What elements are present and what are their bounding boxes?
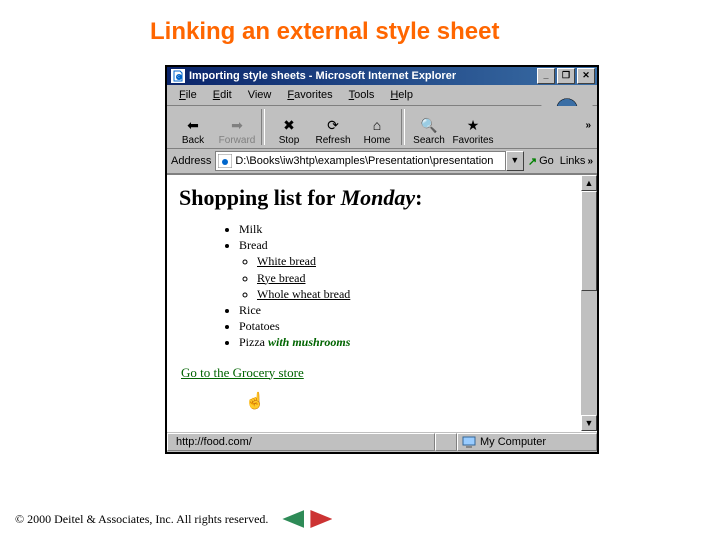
titlebar: Importing style sheets - Microsoft Inter… bbox=[167, 67, 597, 85]
list-item: Rye bread bbox=[257, 270, 575, 286]
toolbar-separator bbox=[401, 109, 405, 145]
list-item: Pizza with mushrooms bbox=[239, 334, 575, 350]
address-value: D:\Books\iw3htp\examples\Presentation\pr… bbox=[235, 155, 493, 167]
list-item: Whole wheat bread bbox=[257, 286, 575, 302]
my-computer-icon bbox=[462, 435, 476, 449]
list-item: Bread White bread Rye bread Whole wheat … bbox=[239, 237, 575, 302]
grocery-link[interactable]: Go to the Grocery store bbox=[181, 365, 304, 381]
address-label: Address bbox=[171, 155, 211, 167]
list-item: Potatoes bbox=[239, 318, 575, 334]
scroll-down-button[interactable]: ▼ bbox=[581, 415, 597, 431]
page-heading: Shopping list for Monday: bbox=[179, 185, 575, 211]
go-button[interactable]: Go bbox=[528, 155, 554, 168]
back-button[interactable]: ⬅Back bbox=[171, 106, 215, 148]
menu-view[interactable]: View bbox=[240, 87, 280, 103]
status-url: http://food.com/ bbox=[167, 433, 435, 451]
address-bar: Address D:\Books\iw3htp\examples\Present… bbox=[167, 149, 597, 174]
links-label[interactable]: Links bbox=[560, 155, 586, 167]
menu-edit[interactable]: Edit bbox=[205, 87, 240, 103]
ie-page-icon bbox=[171, 69, 185, 83]
links-overflow[interactable]: » bbox=[587, 156, 593, 167]
forward-button[interactable]: ➡Forward bbox=[215, 106, 259, 148]
search-button[interactable]: 🔍Search bbox=[407, 106, 451, 148]
favorites-button[interactable]: ★Favorites bbox=[451, 106, 495, 148]
forward-arrow-icon: ➡ bbox=[231, 117, 243, 135]
menubar: File Edit View Favorites Tools Help bbox=[167, 85, 597, 106]
toolbar-overflow[interactable]: » bbox=[585, 120, 591, 131]
scroll-up-button[interactable]: ▲ bbox=[581, 175, 597, 191]
page-body: Shopping list for Monday: Milk Bread Whi… bbox=[167, 175, 597, 390]
home-button[interactable]: ⌂Home bbox=[355, 106, 399, 148]
slide-title: Linking an external style sheet bbox=[0, 0, 720, 54]
content-viewport: Shopping list for Monday: Milk Bread Whi… bbox=[167, 174, 597, 431]
stop-button[interactable]: ✖Stop bbox=[267, 106, 311, 148]
refresh-button[interactable]: ⟳Refresh bbox=[311, 106, 355, 148]
minimize-button[interactable]: _ bbox=[537, 68, 555, 84]
status-spacer bbox=[435, 433, 457, 451]
slide-footer: © 2000 Deitel & Associates, Inc. All rig… bbox=[15, 510, 332, 528]
menu-help[interactable]: Help bbox=[382, 87, 421, 103]
refresh-icon: ⟳ bbox=[327, 117, 339, 135]
copyright-text: © 2000 Deitel & Associates, Inc. All rig… bbox=[15, 512, 268, 527]
browser-window: Importing style sheets - Microsoft Inter… bbox=[165, 65, 599, 454]
back-arrow-icon: ⬅ bbox=[187, 117, 199, 135]
home-icon: ⌂ bbox=[373, 117, 381, 135]
menu-file[interactable]: File bbox=[171, 87, 205, 103]
list-item: Milk bbox=[239, 221, 575, 237]
close-button[interactable]: ✕ bbox=[577, 68, 595, 84]
toolbar: ⬅Back ➡Forward ✖Stop ⟳Refresh ⌂Home 🔍Sea… bbox=[167, 106, 597, 149]
window-title: Importing style sheets - Microsoft Inter… bbox=[189, 70, 535, 82]
vertical-scrollbar[interactable]: ▲ ▼ bbox=[581, 175, 597, 431]
shopping-list: Milk Bread White bread Rye bread Whole w… bbox=[179, 221, 575, 351]
menu-favorites[interactable]: Favorites bbox=[279, 87, 340, 103]
scroll-thumb[interactable] bbox=[581, 191, 597, 291]
toolbar-separator bbox=[261, 109, 265, 145]
address-input[interactable]: D:\Books\iw3htp\examples\Presentation\pr… bbox=[215, 151, 505, 171]
menu-tools[interactable]: Tools bbox=[341, 87, 383, 103]
list-item: White bread bbox=[257, 253, 575, 269]
hand-cursor-icon: ☝ bbox=[245, 391, 265, 411]
status-zone: My Computer bbox=[457, 433, 597, 451]
search-icon: 🔍 bbox=[420, 117, 437, 135]
list-item: Rice bbox=[239, 302, 575, 318]
address-dropdown[interactable]: ▼ bbox=[506, 151, 524, 171]
statusbar: http://food.com/ My Computer bbox=[167, 431, 597, 452]
stop-icon: ✖ bbox=[283, 117, 295, 135]
favorites-icon: ★ bbox=[467, 117, 480, 135]
maximize-button[interactable]: ❐ bbox=[557, 68, 575, 84]
page-icon bbox=[218, 154, 232, 168]
next-slide-button[interactable] bbox=[310, 510, 332, 528]
prev-slide-button[interactable] bbox=[282, 510, 304, 528]
